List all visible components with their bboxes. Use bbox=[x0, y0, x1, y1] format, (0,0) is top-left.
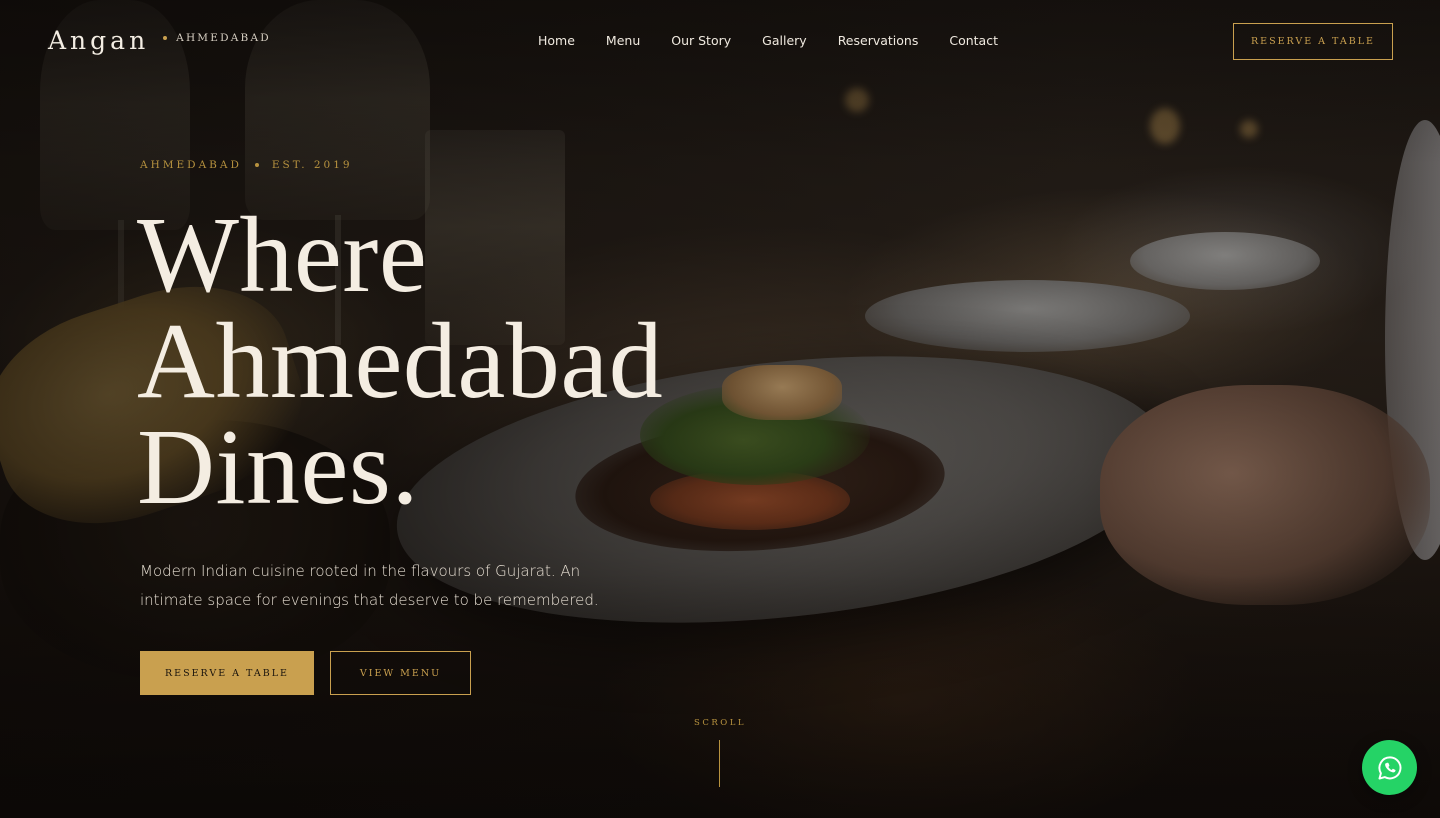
headline-line-2: Ahmedabad bbox=[137, 302, 664, 421]
headline-line-1: Where bbox=[137, 196, 428, 315]
nav-item-contact[interactable]: Contact bbox=[949, 33, 998, 48]
view-menu-label: VIEW MENU bbox=[359, 667, 442, 679]
nav-item-home[interactable]: Home bbox=[538, 33, 575, 48]
brand-city: AHMEDABAD bbox=[176, 31, 271, 44]
whatsapp-icon bbox=[1378, 755, 1401, 779]
header-reserve-label: RESERVE A TABLE bbox=[1251, 36, 1375, 47]
headline-line-3: Dines. bbox=[137, 408, 419, 527]
view-menu-button[interactable]: VIEW MENU bbox=[330, 651, 471, 695]
nav-item-gallery[interactable]: Gallery bbox=[762, 33, 807, 48]
hero-subtitle: Modern Indian cuisine rooted in the flav… bbox=[140, 562, 599, 609]
nav-item-our-story[interactable]: Our Story bbox=[671, 33, 731, 48]
hero-headline: Where Ahmedabad Dines. bbox=[137, 196, 857, 527]
brand-separator-dot bbox=[163, 35, 168, 40]
brand-name: Angan bbox=[48, 26, 150, 55]
eyebrow-established: EST. 2019 bbox=[271, 159, 353, 171]
brand-logo[interactable]: Angan AHMEDABAD bbox=[48, 26, 271, 55]
header-reserve-button[interactable]: RESERVE A TABLE bbox=[1233, 23, 1393, 60]
scroll-indicator[interactable]: SCROLL bbox=[670, 710, 770, 787]
reserve-table-button[interactable]: RESERVE A TABLE bbox=[140, 651, 314, 695]
hero-eyebrow: AHMEDABAD EST. 2019 bbox=[140, 159, 353, 171]
main-nav: Home Menu Our Story Gallery Reservations… bbox=[538, 33, 998, 48]
scroll-label: SCROLL bbox=[694, 718, 746, 728]
nav-item-menu[interactable]: Menu bbox=[606, 33, 640, 48]
nav-item-reservations[interactable]: Reservations bbox=[838, 33, 919, 48]
eyebrow-dot bbox=[254, 163, 259, 167]
eyebrow-city: AHMEDABAD bbox=[140, 159, 242, 171]
site-header: Angan AHMEDABAD Home Menu Our Story Gall… bbox=[0, 0, 1440, 84]
scroll-line bbox=[719, 740, 720, 787]
reserve-table-label: RESERVE A TABLE bbox=[165, 667, 289, 679]
whatsapp-button[interactable] bbox=[1362, 740, 1417, 795]
